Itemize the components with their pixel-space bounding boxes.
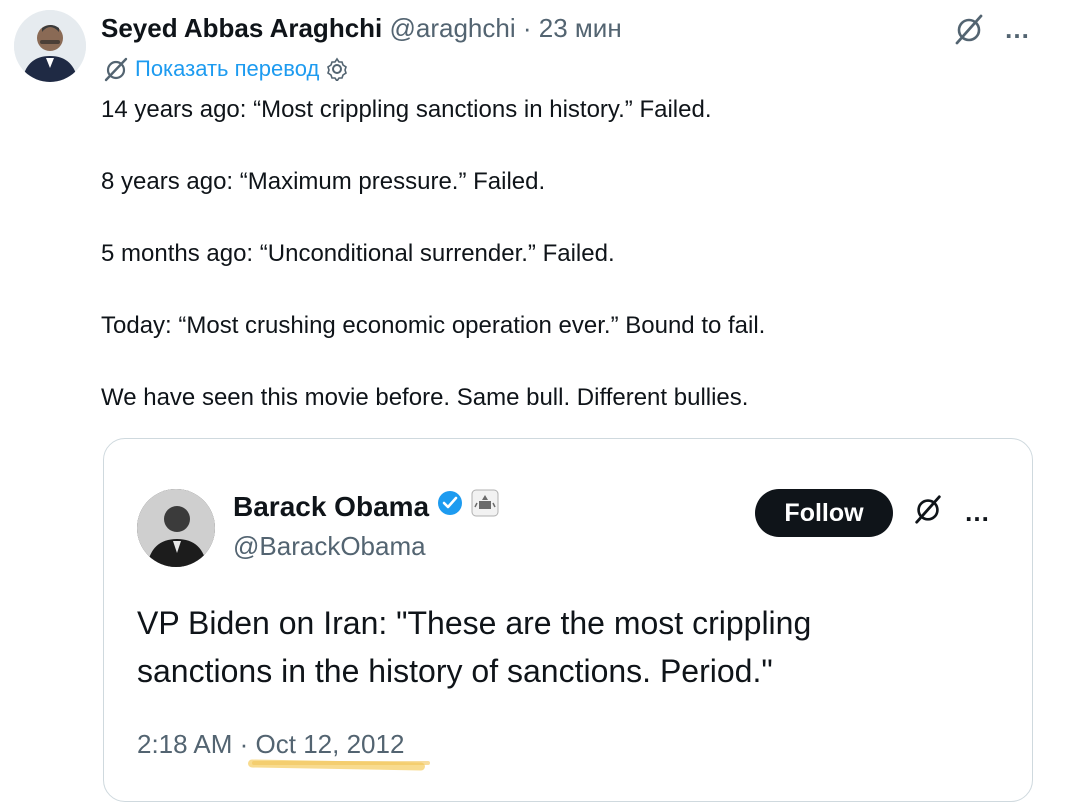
tweet-line: 14 years ago: “Most crippling sanctions …: [101, 96, 712, 123]
quoted-author-avatar[interactable]: [137, 489, 215, 567]
quoted-tweet-timestamp[interactable]: 2:18 AM · Oct 12, 2012: [137, 729, 431, 771]
grok-small-icon: [103, 56, 129, 82]
quoted-tweet-text: VP Biden on Iran: "These are the most cr…: [137, 605, 812, 689]
quoted-author-name-row: Barack Obama: [233, 489, 499, 524]
author-handle[interactable]: @araghchi: [390, 13, 516, 43]
quoted-date: Oct 12, 2012: [247, 729, 431, 771]
quoted-tweet-actions: …: [912, 493, 991, 530]
follow-button[interactable]: Follow: [755, 489, 893, 537]
verified-badge-icon[interactable]: [437, 490, 463, 523]
tweet-line: 5 months ago: “Unconditional surrender.”…: [101, 240, 615, 267]
author-name[interactable]: Seyed Abbas Araghchi: [101, 13, 382, 43]
more-options-icon[interactable]: …: [964, 498, 991, 526]
government-seal-icon[interactable]: [471, 489, 499, 524]
more-options-icon[interactable]: …: [1004, 15, 1031, 43]
tweet-header: Seyed Abbas Araghchi @araghchi · 23 мин: [101, 12, 622, 44]
tweet-time[interactable]: 23 мин: [539, 13, 622, 43]
quoted-time: 2:18 AM: [137, 729, 233, 759]
tweet-line: 8 years ago: “Maximum pressure.” Failed.: [101, 168, 546, 195]
quoted-date-text: Oct 12, 2012: [255, 729, 405, 759]
tweet-line: We have seen this movie before. Same bul…: [101, 384, 749, 411]
highlight-underline: [251, 761, 431, 765]
quoted-tweet[interactable]: Barack Obama @BarackObama Follow … VP Bi…: [103, 438, 1033, 802]
quoted-author-handle[interactable]: @BarackObama: [233, 531, 426, 562]
timestamp-separator: ·: [239, 729, 249, 759]
quoted-author-name[interactable]: Barack Obama: [233, 491, 429, 523]
header-separator: ·: [522, 13, 532, 43]
settings-gear-icon[interactable]: [325, 57, 349, 81]
grok-icon[interactable]: [912, 493, 944, 530]
grok-icon[interactable]: [952, 12, 986, 46]
show-translation-link[interactable]: Показать перевод: [103, 56, 349, 82]
tweet-line: Today: “Most crushing economic operation…: [101, 312, 766, 339]
author-avatar[interactable]: [14, 10, 86, 82]
tweet-text: 14 years ago: “Most crippling sanctions …: [101, 92, 1001, 452]
show-translation-label: Показать перевод: [135, 56, 320, 81]
tweet-actions: …: [952, 12, 1031, 46]
